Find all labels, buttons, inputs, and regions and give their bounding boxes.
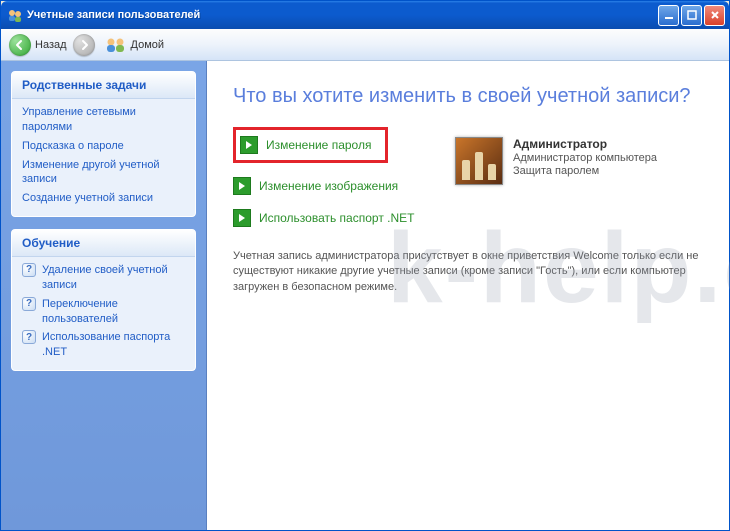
sidebar-link-network-passwords[interactable]: Управление сетевыми паролями [22,105,185,135]
account-type: Администратор компьютера [513,152,657,164]
help-icon: ? [22,297,36,311]
home-label: Домой [131,39,165,51]
sidebar-link-switch-users[interactable]: ?Переключение пользователей [22,297,185,327]
arrow-icon [233,209,251,227]
sidebar-link-net-passport[interactable]: ?Использование паспорта .NET [22,330,185,360]
task-link[interactable]: Использовать паспорт .NET [259,211,414,225]
maximize-button[interactable] [681,5,702,26]
sidebar-link-password-hint[interactable]: Подсказка о пароле [22,139,185,154]
learn-panel: Обучение ?Удаление своей учетной записи … [11,229,196,371]
home-button[interactable]: Домой [105,37,165,53]
app-icon [7,7,23,23]
close-button[interactable] [704,5,725,26]
toolbar: Назад Домой [1,29,729,61]
task-link[interactable]: Изменение изображения [259,179,398,193]
minimize-button[interactable] [658,5,679,26]
arrow-icon [240,136,258,154]
back-button[interactable]: Назад [9,34,67,56]
back-label: Назад [35,39,67,51]
app-window: Учетные записи пользователей Назад Домой [0,0,730,531]
task-change-password[interactable]: Изменение пароля [233,127,388,163]
sidebar-link-change-other-account[interactable]: Изменение другой учетной записи [22,158,185,188]
content-area: Родственные задачи Управление сетевыми п… [1,61,729,530]
users-icon [105,37,127,53]
task-link[interactable]: Изменение пароля [266,138,371,152]
related-tasks-panel: Родственные задачи Управление сетевыми п… [11,71,196,217]
help-icon: ? [22,330,36,344]
help-icon: ? [22,263,36,277]
sidebar: Родственные задачи Управление сетевыми п… [1,61,207,530]
sidebar-link-create-account[interactable]: Создание учетной записи [22,191,185,206]
footnote-text: Учетная запись администратора присутству… [233,249,703,295]
main-pane: k-help.com Что вы хотите изменить в свое… [207,61,729,530]
account-protection: Защита паролем [513,165,657,177]
titlebar[interactable]: Учетные записи пользователей [1,1,729,29]
panel-heading: Обучение [12,230,195,257]
account-info: Администратор Администратор компьютера З… [455,137,685,185]
forward-button[interactable] [73,34,95,56]
account-avatar [455,137,503,185]
window-title: Учетные записи пользователей [27,9,656,21]
task-use-net-passport[interactable]: Использовать паспорт .NET [233,209,703,227]
sidebar-link-delete-account[interactable]: ?Удаление своей учетной записи [22,263,185,293]
account-name: Администратор [513,137,657,151]
panel-heading: Родственные задачи [12,72,195,99]
arrow-icon [233,177,251,195]
forward-arrow-icon [73,34,95,56]
back-arrow-icon [9,34,31,56]
page-heading: Что вы хотите изменить в своей учетной з… [233,83,703,109]
